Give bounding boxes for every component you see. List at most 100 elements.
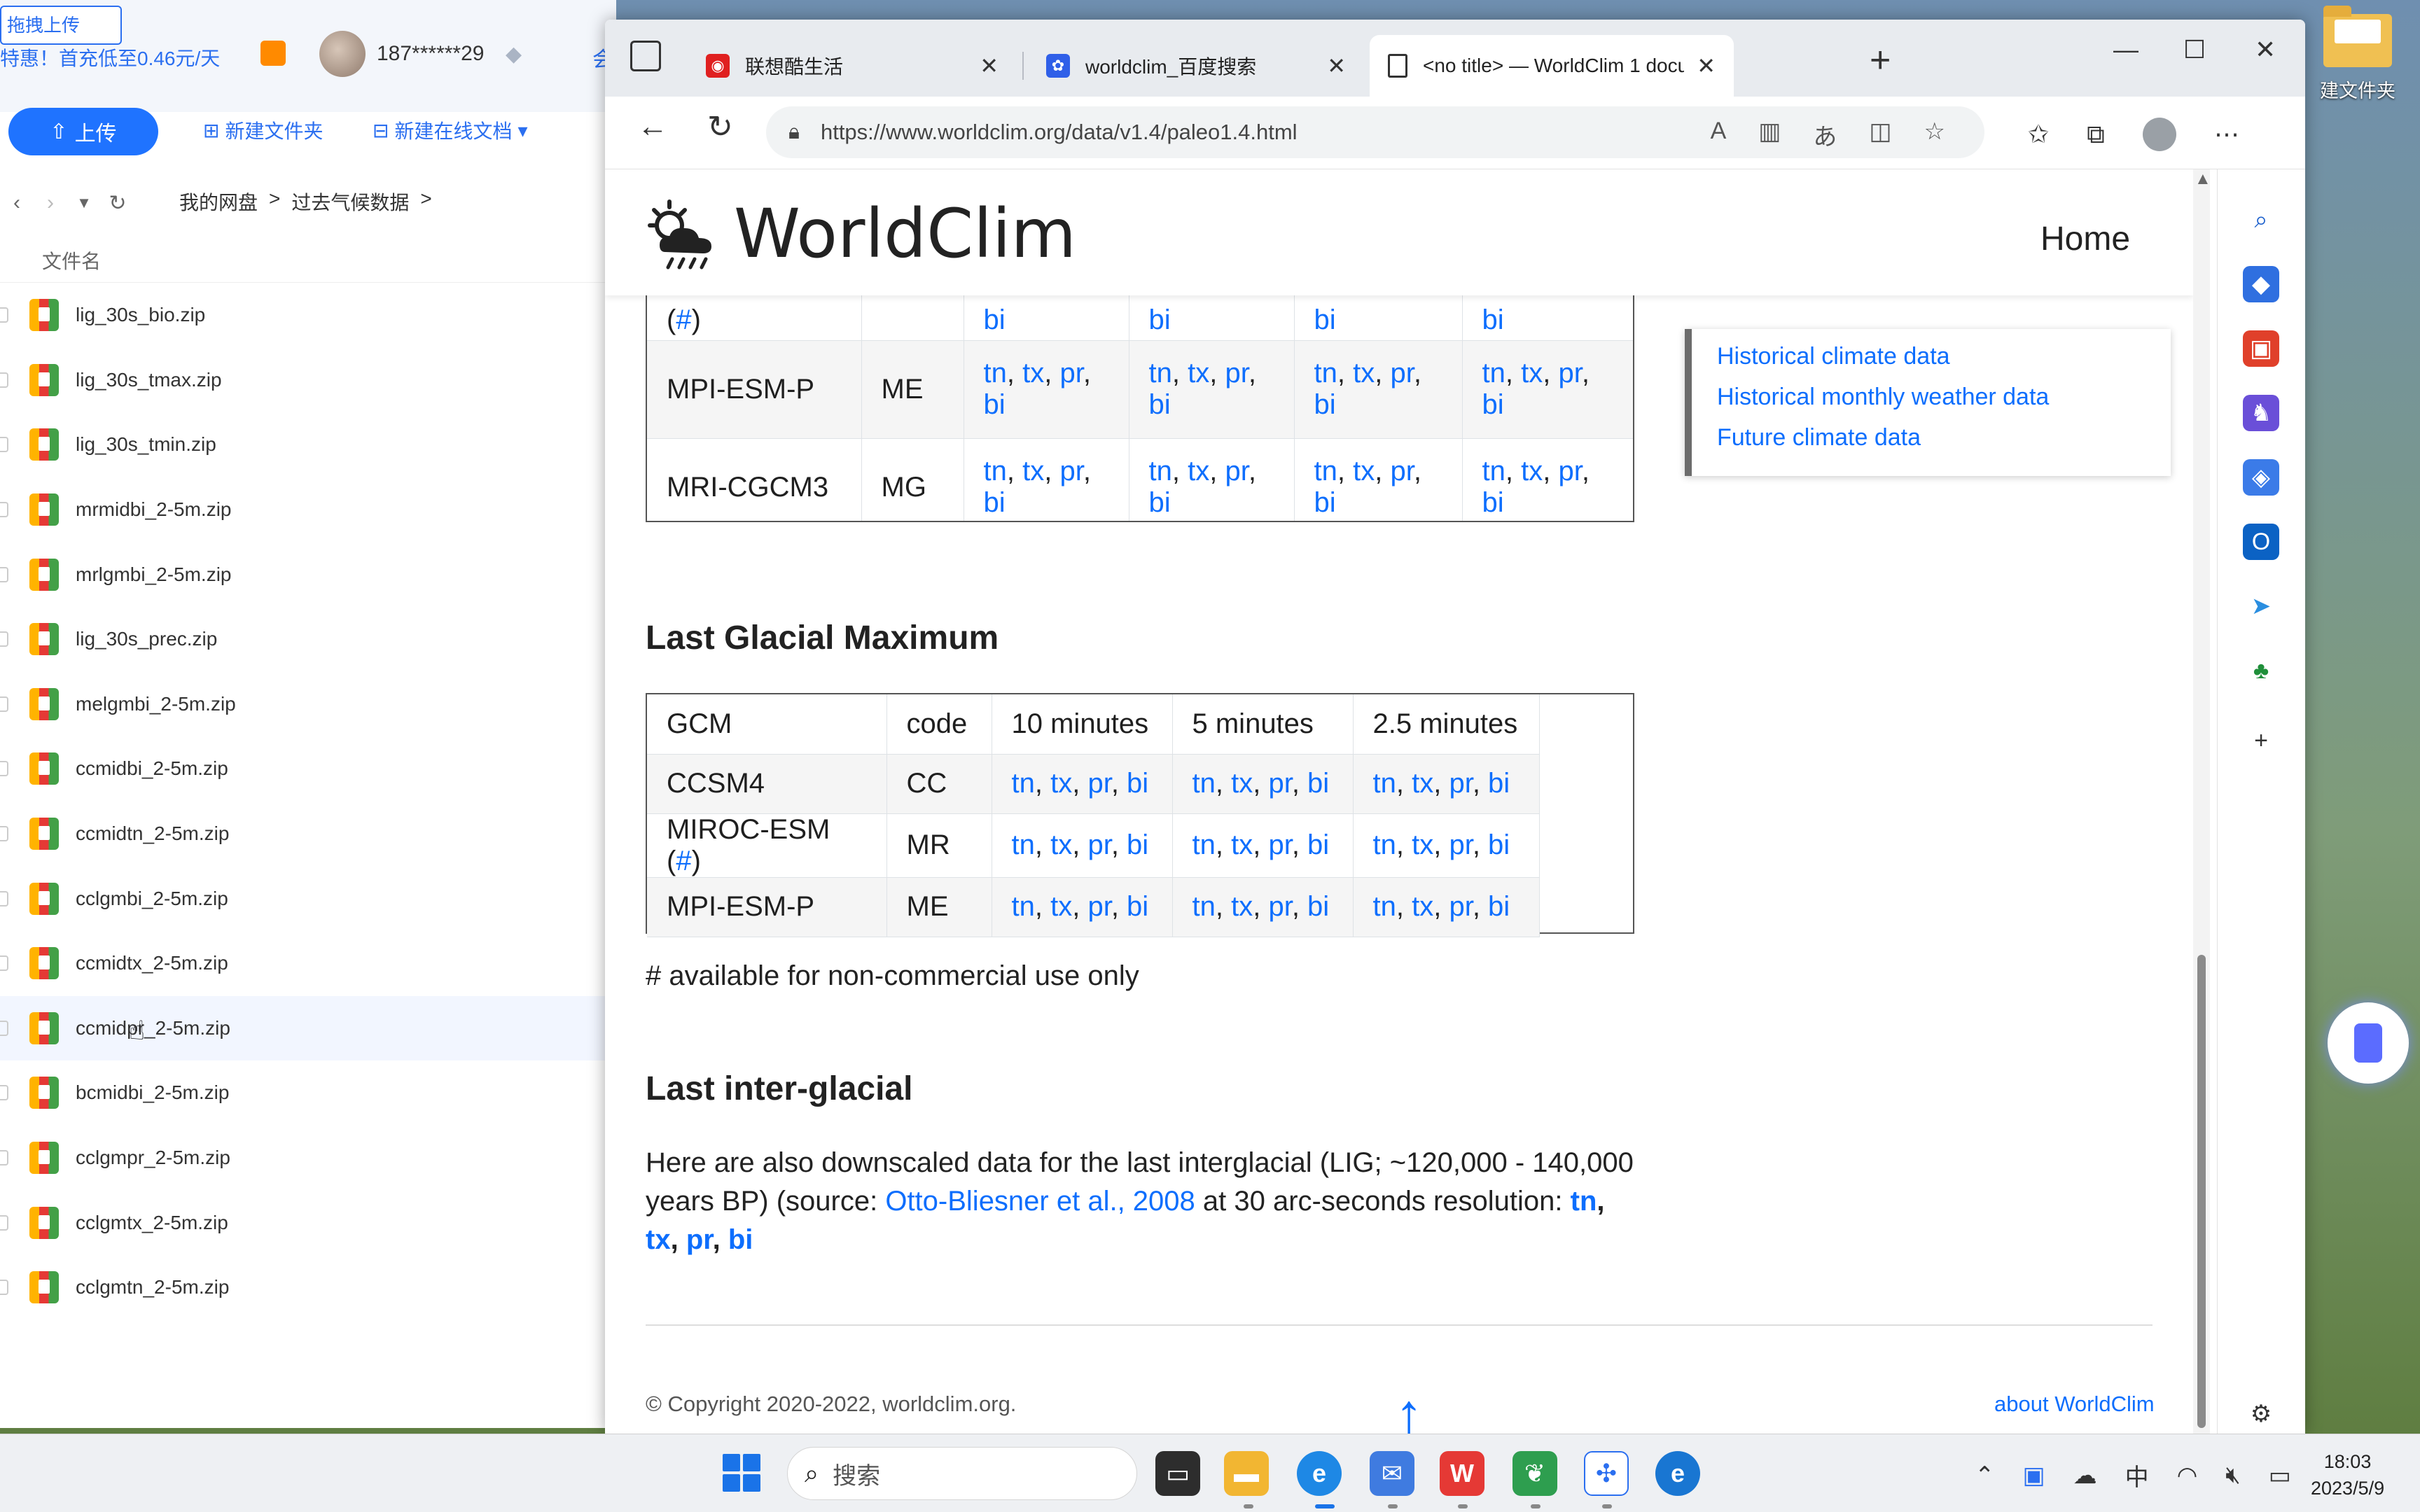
vip-diamond-icon[interactable]: ◆ — [506, 42, 522, 66]
row-checkbox[interactable] — [0, 1085, 8, 1101]
baidu-netdisk-icon[interactable]: ✣ — [1584, 1451, 1629, 1496]
profile-icon[interactable] — [2142, 118, 2176, 151]
maximize-icon[interactable]: ☐ — [2183, 35, 2206, 64]
pr-link[interactable]: pr — [1087, 891, 1111, 922]
immersive-reader-icon[interactable]: ▥ — [1758, 118, 1781, 152]
bi-link[interactable]: bi — [1482, 304, 1504, 335]
pr-link[interactable]: pr — [1268, 768, 1291, 799]
taskbar-search[interactable]: ⌕ 搜索 — [787, 1447, 1137, 1500]
sidebar-link-future-climate[interactable]: Future climate data — [1717, 417, 2171, 458]
collections-icon[interactable]: ⧉ — [2087, 120, 2105, 150]
minimize-icon[interactable]: — — [2113, 35, 2139, 64]
bi-link[interactable]: bi — [1314, 487, 1336, 518]
pr-link[interactable]: pr — [1059, 358, 1083, 388]
tx-link[interactable]: tx — [1353, 456, 1375, 486]
bi-link[interactable]: bi — [984, 389, 1006, 420]
pr-link[interactable]: pr — [1059, 456, 1083, 486]
bi-link[interactable]: bi — [1149, 304, 1171, 335]
split-screen-icon[interactable]: ◫ — [1869, 118, 1891, 152]
bi-link[interactable]: bi — [1488, 768, 1510, 799]
pr-link[interactable]: pr — [1558, 358, 1581, 388]
favorites-icon[interactable]: ✩ — [2028, 120, 2049, 149]
tray-app-icon[interactable]: ▣ — [2023, 1462, 2045, 1490]
tx-link[interactable]: tx — [1521, 358, 1543, 388]
tx-link[interactable]: tx — [1231, 768, 1253, 799]
bi-link[interactable]: bi — [1314, 389, 1336, 420]
tn-link[interactable]: tn — [1482, 456, 1505, 486]
tn-link[interactable]: tn — [984, 456, 1007, 486]
tx-link[interactable]: tx — [1050, 768, 1072, 799]
shopping-tag-icon[interactable]: ◆ — [2243, 266, 2279, 302]
row-checkbox[interactable] — [0, 1214, 8, 1231]
gear-icon[interactable]: ⚙ — [2243, 1396, 2279, 1432]
hash-link[interactable]: # — [676, 304, 691, 335]
file-row[interactable]: mrlgmbi_2-5m.zip — [0, 542, 616, 607]
bi-link[interactable]: bi — [1127, 891, 1148, 922]
file-row[interactable]: lig_30s_tmax.zip — [0, 348, 616, 413]
bi-link[interactable]: bi — [1127, 768, 1148, 799]
bi-link[interactable]: bi — [1307, 891, 1329, 922]
task-view-icon[interactable]: ▭ — [1155, 1451, 1200, 1496]
close-icon[interactable]: ✕ — [1697, 52, 1716, 79]
address-bar[interactable]: 🔒︎ https://www.worldclim.org/data/v1.4/p… — [766, 106, 1984, 158]
pr-link[interactable]: pr — [1087, 830, 1111, 860]
bird-app-icon[interactable]: ❦ — [1512, 1451, 1557, 1496]
file-row[interactable]: lig_30s_bio.zip — [0, 283, 616, 348]
battery-icon[interactable]: ▭ — [2269, 1462, 2291, 1490]
back-to-top-icon[interactable]: ↑ — [1395, 1386, 1423, 1434]
site-logo-text[interactable]: WorldClim — [734, 195, 1076, 273]
tn-link[interactable]: tn — [1373, 891, 1396, 922]
pr-link[interactable]: pr — [1390, 358, 1413, 388]
pr-link[interactable]: pr — [1390, 456, 1413, 486]
scrollbar-thumb[interactable] — [2197, 955, 2206, 1428]
bi-link[interactable]: bi — [1149, 487, 1171, 518]
edge-icon[interactable]: e — [1297, 1451, 1342, 1496]
pr-link[interactable]: pr — [1268, 891, 1291, 922]
pr-link[interactable]: pr — [1558, 456, 1581, 486]
bi-link[interactable]: bi — [1307, 830, 1329, 860]
avatar[interactable] — [319, 31, 366, 77]
file-row[interactable]: ccmidbi_2-5m.zip — [0, 736, 616, 802]
tn-link[interactable]: tn — [984, 358, 1007, 388]
tools-icon[interactable]: ▣ — [2243, 330, 2279, 367]
scroll-up-icon[interactable]: ▲ — [2195, 169, 2211, 189]
lock-icon[interactable]: 🔒︎ — [788, 120, 800, 144]
pr-link[interactable]: pr — [1268, 830, 1291, 860]
tx-link[interactable]: tx — [1521, 456, 1543, 486]
pr-link[interactable]: pr — [1225, 456, 1248, 486]
breadcrumb-root[interactable]: 我的网盘 — [179, 188, 258, 216]
tn-link[interactable]: tn — [1149, 456, 1172, 486]
bi-link[interactable]: bi — [1314, 304, 1336, 335]
tn-link[interactable]: tn — [1373, 768, 1396, 799]
bi-link[interactable]: bi — [1307, 768, 1329, 799]
tab-worldclim[interactable]: <no title> — WorldClim 1 documentation ✕ — [1370, 35, 1734, 97]
pr-link[interactable]: pr — [1087, 768, 1111, 799]
tn-link[interactable]: tn — [1012, 768, 1035, 799]
row-checkbox[interactable] — [0, 307, 8, 323]
tn-link[interactable]: tn — [1314, 456, 1337, 486]
tx-link[interactable]: tx — [1231, 891, 1253, 922]
bi-link[interactable]: bi — [1127, 830, 1148, 860]
gift-icon[interactable] — [260, 41, 286, 66]
row-checkbox[interactable] — [0, 955, 8, 972]
wifi-icon[interactable]: ◠ — [2177, 1462, 2198, 1490]
tx-link[interactable]: tx — [646, 1224, 671, 1255]
pr-link[interactable]: pr — [1449, 830, 1472, 860]
drag-upload-hint[interactable]: 拖拽上传 — [0, 6, 122, 45]
bi-link[interactable]: bi — [1488, 830, 1510, 860]
pr-link[interactable]: pr — [1449, 891, 1472, 922]
bi-link[interactable]: bi — [1482, 389, 1504, 420]
add-favorite-icon[interactable]: ☆ — [1924, 118, 1945, 152]
source-link[interactable]: Otto-Bliesner et al., 2008 — [885, 1186, 1195, 1217]
bi-link[interactable]: bi — [984, 487, 1006, 518]
close-icon[interactable]: ✕ — [980, 52, 999, 79]
sidebar-link-monthly-weather[interactable]: Historical monthly weather data — [1717, 377, 2171, 417]
promo-link[interactable]: 特惠！首充低至0.46元/天 — [0, 43, 220, 71]
tn-link[interactable]: tn — [1314, 358, 1337, 388]
row-checkbox[interactable] — [0, 826, 8, 842]
back-arrow-icon[interactable]: ← — [637, 109, 668, 144]
floating-usb-button[interactable] — [2328, 1002, 2409, 1084]
bi-link[interactable]: bi — [1488, 891, 1510, 922]
translate-icon[interactable]: あ — [1813, 118, 1837, 152]
onedrive-icon[interactable]: ☁ — [2073, 1462, 2097, 1490]
